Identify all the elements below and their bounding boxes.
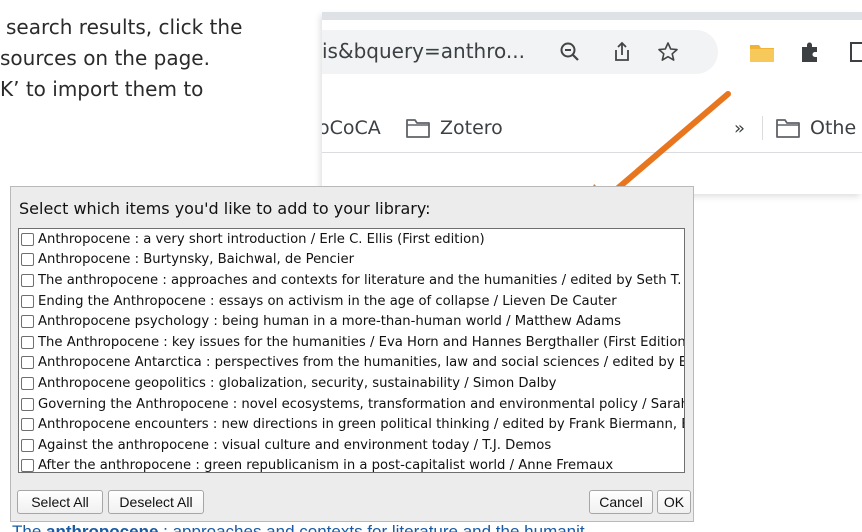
list-item[interactable]: Anthropocene : a very short introduction… — [19, 229, 684, 250]
deselect-all-button[interactable]: Deselect All — [108, 490, 204, 514]
bookmark-item-other[interactable]: Othe — [776, 108, 856, 148]
item-label: Anthropocene : a very short introduction… — [38, 231, 485, 247]
list-item[interactable]: Anthropocene psychology : being human in… — [19, 311, 684, 332]
link-rest: : approaches and contexts for literature… — [158, 522, 585, 532]
zoom-icon[interactable] — [558, 40, 582, 64]
item-label: Anthropocene : Burtynsky, Baichwal, de P… — [38, 252, 354, 268]
link-bold: anthropocene — [46, 522, 159, 532]
result-title-link[interactable]: The anthropocene : approaches and contex… — [12, 518, 712, 532]
item-label: Against the anthropocene : visual cultur… — [38, 437, 552, 453]
link-prefix: The — [12, 522, 47, 532]
list-item[interactable]: The Anthropocene : key issues for the hu… — [19, 332, 684, 353]
item-checkbox[interactable] — [21, 335, 34, 349]
instruction-line-2: sources on the page. — [0, 46, 210, 70]
list-item[interactable]: Against the anthropocene : visual cultur… — [19, 435, 684, 456]
item-label: Anthropocene encounters : new directions… — [38, 417, 685, 433]
dialog-title: Select which items you'd like to add to … — [19, 199, 431, 218]
item-label: After the anthropocene : green republica… — [38, 458, 614, 473]
tab-strip — [322, 12, 862, 20]
bookmark-star-icon[interactable] — [656, 40, 680, 64]
list-item[interactable]: The anthropocene : approaches and contex… — [19, 270, 684, 291]
cancel-button[interactable]: Cancel — [589, 490, 653, 514]
item-checkbox[interactable] — [21, 397, 34, 411]
bookmark-label: Othe — [810, 117, 857, 139]
items-list[interactable]: Anthropocene : a very short introduction… — [18, 228, 685, 473]
item-checkbox[interactable] — [21, 253, 34, 267]
list-item[interactable]: Ending the Anthropocene : essays on acti… — [19, 291, 684, 312]
bookmark-label: Zotero — [440, 117, 503, 139]
list-item[interactable]: Governing the Anthropocene : novel ecosy… — [19, 394, 684, 415]
item-checkbox[interactable] — [21, 232, 34, 246]
item-checkbox[interactable] — [21, 294, 34, 308]
item-checkbox[interactable] — [21, 438, 34, 452]
item-checkbox[interactable] — [21, 273, 34, 287]
list-item[interactable]: Anthropocene : Burtynsky, Baichwal, de P… — [19, 250, 684, 271]
bookmark-item-cocoa[interactable]: oCoCA — [322, 108, 381, 148]
bookmark-label: oCoCA — [322, 117, 381, 139]
item-checkbox[interactable] — [21, 356, 34, 370]
folder-icon — [776, 119, 800, 138]
select-all-button[interactable]: Select All — [17, 490, 103, 514]
ok-button[interactable]: OK — [657, 490, 691, 514]
zotero-folder-icon[interactable] — [748, 38, 776, 66]
item-label: Anthropocene Antarctica : perspectives f… — [38, 355, 685, 371]
list-item[interactable]: After the anthropocene : green republica… — [19, 456, 684, 473]
item-label: Anthropocene psychology : being human in… — [38, 314, 621, 330]
item-label: Governing the Anthropocene : novel ecosy… — [38, 396, 685, 412]
list-item[interactable]: Anthropocene Antarctica : perspectives f… — [19, 353, 684, 374]
item-checkbox[interactable] — [21, 459, 34, 472]
list-item[interactable]: Anthropocene geopolitics : globalization… — [19, 373, 684, 394]
extensions-puzzle-icon[interactable] — [796, 38, 824, 66]
list-item[interactable]: Anthropocene encounters : new directions… — [19, 414, 684, 435]
item-label: Anthropocene geopolitics : globalization… — [38, 375, 557, 391]
instruction-line-3: K’ to import them to — [0, 77, 204, 101]
item-checkbox[interactable] — [21, 315, 34, 329]
item-label: Ending the Anthropocene : essays on acti… — [38, 293, 617, 309]
instruction-line-1: search results, click the — [6, 15, 243, 39]
url-text[interactable]: is&bquery=anthro... — [322, 39, 525, 63]
instruction-text: search results, click the sources on the… — [0, 12, 290, 105]
item-checkbox[interactable] — [21, 418, 34, 432]
bookmark-divider — [762, 116, 763, 140]
folder-icon — [406, 119, 430, 138]
address-bar[interactable]: is&bquery=anthro... — [322, 30, 718, 74]
share-icon[interactable] — [610, 40, 634, 64]
item-label: The Anthropocene : key issues for the hu… — [38, 334, 685, 350]
item-checkbox[interactable] — [21, 376, 34, 390]
bookmark-item-zotero[interactable]: Zotero — [406, 108, 503, 148]
sidepanel-icon[interactable] — [848, 40, 862, 64]
item-label: The anthropocene : approaches and contex… — [38, 272, 682, 288]
zotero-select-items-dialog: Select which items you'd like to add to … — [10, 186, 694, 522]
